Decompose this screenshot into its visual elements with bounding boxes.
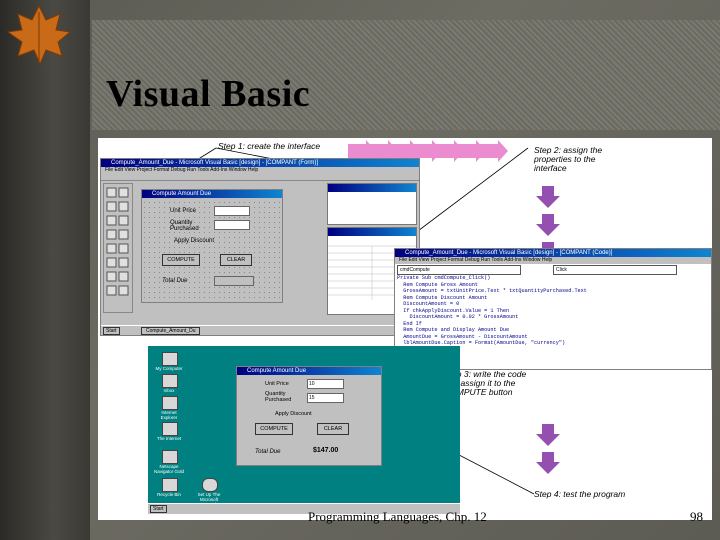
vb-ide-menubar[interactable]: File Edit View Project Format Debug Run … — [101, 167, 419, 174]
unit-price-textbox[interactable] — [214, 206, 250, 216]
properties-titlebar[interactable] — [328, 228, 416, 236]
project-explorer[interactable] — [327, 183, 417, 225]
compute-button[interactable]: COMPUTE — [162, 254, 200, 266]
page-number: 98 — [690, 509, 703, 524]
vb-ide-window: Compute_Amount_Due - Microsoft Visual Ba… — [100, 158, 420, 336]
design-form-titlebar[interactable]: Compute Amount Due — [142, 190, 282, 198]
apply-discount-checkbox[interactable]: Apply Discount — [174, 238, 214, 244]
running-window-titlebar[interactable]: Compute Amount Due — [237, 367, 381, 375]
recycle-bin-icon[interactable] — [162, 478, 178, 492]
autumn-leaf-icon — [6, 4, 72, 66]
start-button[interactable]: Start — [103, 327, 120, 335]
vb-ide-toolbar[interactable] — [101, 174, 419, 181]
desktop-start-button[interactable]: Start — [150, 505, 167, 513]
slide-title: Visual Basic — [106, 73, 311, 115]
msn-icon[interactable] — [202, 478, 218, 492]
code-window-menubar[interactable]: File Edit View Project Format Debug Run … — [395, 257, 711, 264]
unit-price-label: Unit Price — [170, 208, 197, 214]
run-apply-discount-checkbox[interactable]: Apply Discount — [275, 411, 312, 417]
desktop-icon-label: Internet Explorer — [160, 410, 178, 420]
quantity-label: Quantity Purchased — [170, 220, 199, 232]
slide-sidebar — [0, 0, 90, 540]
toolbox-panel[interactable] — [103, 183, 133, 313]
vb-ide-titlebar[interactable]: Compute_Amount_Due - Microsoft Visual Ba… — [101, 159, 419, 167]
ide-taskbar: Start Compute_Amount_Du — [101, 325, 419, 335]
step2-label: Step 2: assign the properties to the int… — [534, 145, 603, 173]
run-clear-button[interactable]: CLEAR — [317, 423, 349, 435]
step1-label: Step 1: create the interface — [218, 141, 321, 151]
desktop-icon-label: Netscape Navigator Gold — [154, 464, 185, 474]
internet-explorer-icon[interactable] — [162, 396, 178, 410]
slide-footer: Programming Languages, Chp. 12 — [308, 509, 487, 524]
code-editor[interactable]: Private Sub cmdCompute_Click() Rem Compu… — [397, 275, 691, 353]
code-window-titlebar[interactable]: Compute_Amount_Due - Microsoft Visual Ba… — [395, 249, 711, 257]
run-unit-price-label: Unit Price — [265, 381, 289, 387]
netscape-icon[interactable] — [162, 450, 178, 464]
total-due-display — [214, 276, 254, 286]
desktop-icon-label: The Internet — [156, 436, 182, 441]
event-dropdown[interactable]: Click — [553, 265, 677, 275]
quantity-textbox[interactable] — [214, 220, 250, 230]
run-total-due-value: $147.00 — [313, 447, 339, 454]
taskbar-task[interactable]: Compute_Amount_Du — [141, 327, 201, 335]
total-due-label: Total Due — [162, 278, 188, 284]
step4-label: Step 4: test the program — [534, 489, 626, 499]
design-form[interactable]: Compute Amount Due Unit Price Quantity P… — [141, 189, 283, 303]
my-computer-icon[interactable] — [162, 352, 178, 366]
run-compute-button[interactable]: COMPUTE — [255, 423, 293, 435]
internet-icon[interactable] — [162, 422, 178, 436]
object-dropdown[interactable]: cmdCompute — [397, 265, 521, 275]
screenshot-composite: Step 1: create the interface Step 2: ass… — [98, 138, 712, 520]
run-total-due-label: Total Due — [255, 449, 281, 455]
windows-desktop: My Computer Inbox Internet Explorer The … — [148, 346, 460, 514]
inbox-icon[interactable] — [162, 374, 178, 388]
desktop-icon-label: Recycle Bin — [157, 492, 181, 497]
desktop-icon-label: My Computer — [155, 366, 183, 371]
run-quantity-input[interactable]: 15 — [307, 393, 344, 403]
running-program-window: Compute Amount Due Unit Price 10 Quantit… — [236, 366, 382, 466]
run-unit-price-input[interactable]: 10 — [307, 379, 344, 389]
project-explorer-titlebar[interactable] — [328, 184, 416, 192]
desktop-icon-label: Inbox — [163, 388, 175, 393]
run-quantity-label: Quantity Purchased — [265, 391, 292, 403]
toolbox-icons[interactable] — [104, 184, 132, 304]
clear-button[interactable]: CLEAR — [220, 254, 252, 266]
